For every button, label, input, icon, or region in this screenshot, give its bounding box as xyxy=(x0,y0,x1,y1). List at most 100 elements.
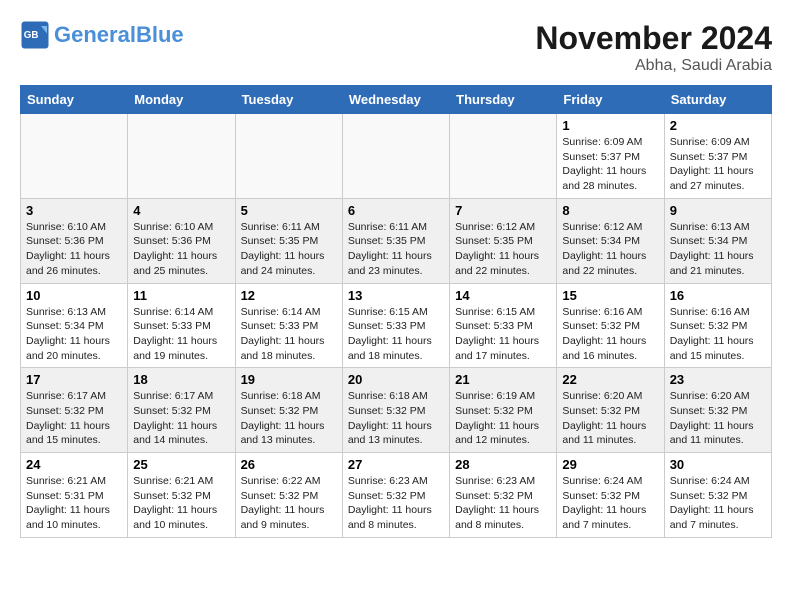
calendar-cell: 26 Sunrise: 6:22 AMSunset: 5:32 PMDayligh… xyxy=(235,453,342,538)
day-content: Sunrise: 6:23 AMSunset: 5:32 PMDaylight:… xyxy=(348,474,444,533)
calendar-week-5: 24 Sunrise: 6:21 AMSunset: 5:31 PMDayligh… xyxy=(21,453,772,538)
day-number: 5 xyxy=(241,203,337,218)
calendar-cell: 13 Sunrise: 6:15 AMSunset: 5:33 PMDayligh… xyxy=(342,283,449,368)
calendar-cell: 25Sunrise: 6:21 AMSunset: 5:32 PMDayligh… xyxy=(128,453,235,538)
day-number: 18 xyxy=(133,372,229,387)
day-number: 19 xyxy=(241,372,337,387)
day-number: 17 xyxy=(26,372,122,387)
svg-text:GB: GB xyxy=(24,30,39,41)
calendar-cell: 19Sunrise: 6:18 AMSunset: 5:32 PMDayligh… xyxy=(235,368,342,453)
calendar-cell: 30 Sunrise: 6:24 AMSunset: 5:32 PMDayligh… xyxy=(664,453,771,538)
day-number: 12 xyxy=(241,288,337,303)
day-number: 20 xyxy=(348,372,444,387)
calendar-week-2: 3 Sunrise: 6:10 AMSunset: 5:36 PMDaylight… xyxy=(21,198,772,283)
day-number: 2 xyxy=(670,118,766,133)
day-number: 29 xyxy=(562,457,658,472)
calendar-cell: 16 Sunrise: 6:16 AMSunset: 5:32 PMDayligh… xyxy=(664,283,771,368)
col-header-tuesday: Tuesday xyxy=(235,86,342,114)
day-number: 28 xyxy=(455,457,551,472)
day-content: Sunrise: 6:15 AMSunset: 5:33 PMDaylight:… xyxy=(348,305,444,364)
calendar-cell: 7Sunrise: 6:12 AMSunset: 5:35 PMDaylight… xyxy=(450,198,557,283)
day-number: 15 xyxy=(562,288,658,303)
day-number: 3 xyxy=(26,203,122,218)
location-title: Abha, Saudi Arabia xyxy=(535,57,772,75)
calendar-cell: 27Sunrise: 6:23 AMSunset: 5:32 PMDayligh… xyxy=(342,453,449,538)
day-content: Sunrise: 6:10 AMSunset: 5:36 PMDaylight:… xyxy=(26,220,122,279)
day-number: 9 xyxy=(670,203,766,218)
calendar-cell: 21 Sunrise: 6:19 AMSunset: 5:32 PMDayligh… xyxy=(450,368,557,453)
day-content: Sunrise: 6:12 AMSunset: 5:34 PMDaylight:… xyxy=(562,220,658,279)
calendar-cell: 1 Sunrise: 6:09 AMSunset: 5:37 PMDaylight… xyxy=(557,114,664,199)
day-content: Sunrise: 6:23 AMSunset: 5:32 PMDaylight:… xyxy=(455,474,551,533)
day-content: Sunrise: 6:11 AMSunset: 5:35 PMDaylight:… xyxy=(241,220,337,279)
col-header-thursday: Thursday xyxy=(450,86,557,114)
calendar-cell: 11Sunrise: 6:14 AMSunset: 5:33 PMDayligh… xyxy=(128,283,235,368)
day-content: Sunrise: 6:17 AMSunset: 5:32 PMDaylight:… xyxy=(133,389,229,448)
calendar-table: SundayMondayTuesdayWednesdayThursdayFrid… xyxy=(20,85,772,538)
calendar-cell xyxy=(235,114,342,199)
page-header: GB GeneralBlue November 2024 Abha, Saudi… xyxy=(20,20,772,75)
day-number: 11 xyxy=(133,288,229,303)
calendar-cell: 28 Sunrise: 6:23 AMSunset: 5:32 PMDayligh… xyxy=(450,453,557,538)
day-content: Sunrise: 6:20 AMSunset: 5:32 PMDaylight:… xyxy=(670,389,766,448)
day-number: 13 xyxy=(348,288,444,303)
day-content: Sunrise: 6:21 AMSunset: 5:31 PMDaylight:… xyxy=(26,474,122,533)
calendar-cell: 20Sunrise: 6:18 AMSunset: 5:32 PMDayligh… xyxy=(342,368,449,453)
day-content: Sunrise: 6:09 AMSunset: 5:37 PMDaylight:… xyxy=(562,135,658,194)
day-content: Sunrise: 6:24 AMSunset: 5:32 PMDaylight:… xyxy=(562,474,658,533)
logo-text: GeneralBlue xyxy=(54,24,184,46)
day-content: Sunrise: 6:24 AMSunset: 5:32 PMDaylight:… xyxy=(670,474,766,533)
day-content: Sunrise: 6:21 AMSunset: 5:32 PMDaylight:… xyxy=(133,474,229,533)
calendar-cell: 15 Sunrise: 6:16 AMSunset: 5:32 PMDayligh… xyxy=(557,283,664,368)
day-content: Sunrise: 6:20 AMSunset: 5:32 PMDaylight:… xyxy=(562,389,658,448)
calendar-cell xyxy=(342,114,449,199)
day-content: Sunrise: 6:10 AMSunset: 5:36 PMDaylight:… xyxy=(133,220,229,279)
day-content: Sunrise: 6:15 AMSunset: 5:33 PMDaylight:… xyxy=(455,305,551,364)
calendar-week-1: 1 Sunrise: 6:09 AMSunset: 5:37 PMDaylight… xyxy=(21,114,772,199)
calendar-cell: 24 Sunrise: 6:21 AMSunset: 5:31 PMDayligh… xyxy=(21,453,128,538)
calendar-cell: 14 Sunrise: 6:15 AMSunset: 5:33 PMDayligh… xyxy=(450,283,557,368)
calendar-header-row: SundayMondayTuesdayWednesdayThursdayFrid… xyxy=(21,86,772,114)
day-number: 24 xyxy=(26,457,122,472)
logo-blue: Blue xyxy=(136,22,184,47)
day-number: 1 xyxy=(562,118,658,133)
col-header-monday: Monday xyxy=(128,86,235,114)
day-content: Sunrise: 6:17 AMSunset: 5:32 PMDaylight:… xyxy=(26,389,122,448)
col-header-saturday: Saturday xyxy=(664,86,771,114)
calendar-cell: 17 Sunrise: 6:17 AMSunset: 5:32 PMDayligh… xyxy=(21,368,128,453)
logo-icon: GB xyxy=(20,20,50,50)
calendar-week-4: 17 Sunrise: 6:17 AMSunset: 5:32 PMDayligh… xyxy=(21,368,772,453)
calendar-cell: 5 Sunrise: 6:11 AMSunset: 5:35 PMDaylight… xyxy=(235,198,342,283)
day-content: Sunrise: 6:16 AMSunset: 5:32 PMDaylight:… xyxy=(562,305,658,364)
day-content: Sunrise: 6:22 AMSunset: 5:32 PMDaylight:… xyxy=(241,474,337,533)
calendar-cell xyxy=(450,114,557,199)
calendar-cell xyxy=(21,114,128,199)
day-number: 30 xyxy=(670,457,766,472)
day-number: 8 xyxy=(562,203,658,218)
calendar-cell: 22Sunrise: 6:20 AMSunset: 5:32 PMDayligh… xyxy=(557,368,664,453)
calendar-week-3: 10 Sunrise: 6:13 AMSunset: 5:34 PMDayligh… xyxy=(21,283,772,368)
calendar-cell: 12 Sunrise: 6:14 AMSunset: 5:33 PMDayligh… xyxy=(235,283,342,368)
calendar-cell: 3 Sunrise: 6:10 AMSunset: 5:36 PMDaylight… xyxy=(21,198,128,283)
calendar-cell: 6 Sunrise: 6:11 AMSunset: 5:35 PMDaylight… xyxy=(342,198,449,283)
col-header-wednesday: Wednesday xyxy=(342,86,449,114)
day-number: 23 xyxy=(670,372,766,387)
calendar-cell: 18 Sunrise: 6:17 AMSunset: 5:32 PMDayligh… xyxy=(128,368,235,453)
day-number: 16 xyxy=(670,288,766,303)
day-number: 4 xyxy=(133,203,229,218)
day-content: Sunrise: 6:19 AMSunset: 5:32 PMDaylight:… xyxy=(455,389,551,448)
day-number: 10 xyxy=(26,288,122,303)
day-number: 26 xyxy=(241,457,337,472)
day-content: Sunrise: 6:12 AMSunset: 5:35 PMDaylight:… xyxy=(455,220,551,279)
day-number: 6 xyxy=(348,203,444,218)
day-content: Sunrise: 6:13 AMSunset: 5:34 PMDaylight:… xyxy=(26,305,122,364)
day-number: 14 xyxy=(455,288,551,303)
day-content: Sunrise: 6:16 AMSunset: 5:32 PMDaylight:… xyxy=(670,305,766,364)
calendar-cell: 23 Sunrise: 6:20 AMSunset: 5:32 PMDayligh… xyxy=(664,368,771,453)
day-content: Sunrise: 6:14 AMSunset: 5:33 PMDaylight:… xyxy=(241,305,337,364)
calendar-cell xyxy=(128,114,235,199)
day-number: 21 xyxy=(455,372,551,387)
col-header-friday: Friday xyxy=(557,86,664,114)
day-content: Sunrise: 6:11 AMSunset: 5:35 PMDaylight:… xyxy=(348,220,444,279)
day-content: Sunrise: 6:13 AMSunset: 5:34 PMDaylight:… xyxy=(670,220,766,279)
